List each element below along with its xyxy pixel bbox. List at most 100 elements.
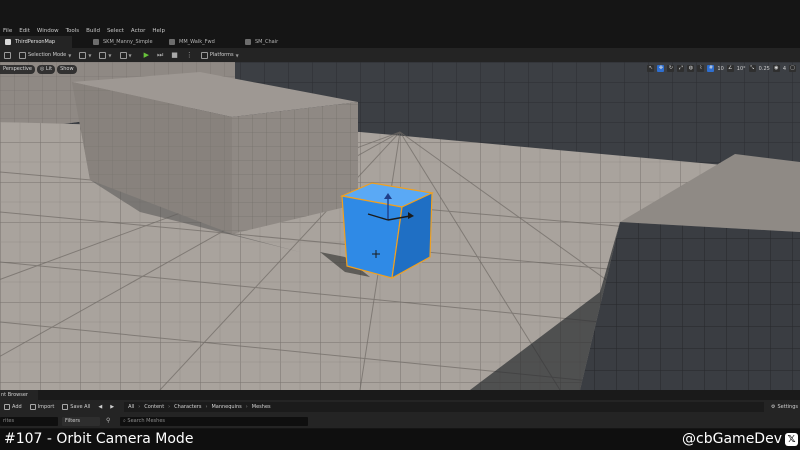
content-browser-toolbar: Add Import Save All ◀ ▶ All › Content › Ch… [0,400,800,414]
history-forward-button[interactable]: ▶ [106,400,118,414]
maximize-icon[interactable]: ▢ [789,65,796,72]
add-actor-icon [79,51,87,59]
viewport-toolbar: Perspective ◎ Lit Show ↖ ✥ ↻ ⤢ ◍ ⌇ # 10 … [0,64,800,75]
tab-label: SM_Chair [255,39,279,45]
content-browser-tab[interactable]: nt Browser [0,390,38,400]
blueprint-icon [99,51,107,59]
lit-button[interactable]: ◎ Lit [36,65,56,74]
save-all-button[interactable]: Save All [58,400,94,414]
tab-skm-manny-simple[interactable]: SKM_Manny_Simple [88,36,164,48]
menu-tools[interactable]: Tools [63,26,84,36]
menu-build[interactable]: Build [83,26,104,36]
rotate-icon[interactable]: ↻ [667,65,675,72]
show-button[interactable]: Show [57,65,77,74]
menu-actor[interactable]: Actor [128,26,149,36]
viewport-scene [0,62,800,390]
menu-select[interactable]: Select [104,26,128,36]
translate-icon[interactable]: ✥ [657,65,665,72]
tab-label: SKM_Manny_Simple [103,39,153,45]
perspective-button[interactable]: Perspective [0,65,35,74]
camera-speed-icon[interactable]: ◉ [772,65,780,72]
more-icon: ⋮ [185,51,193,59]
platforms-dropdown[interactable]: Platforms ▼ [197,48,243,62]
breadcrumb-characters[interactable]: Characters [174,404,201,410]
scale-icon[interactable]: ⤢ [677,65,685,72]
chevron-down-icon: ▼ [68,52,72,58]
skeletal-mesh-icon [93,39,99,45]
platforms-label: Platforms [209,52,234,58]
animation-icon [169,39,175,45]
static-mesh-icon [245,39,251,45]
menu-edit[interactable]: Edit [16,26,34,36]
add-label: Add [12,404,22,410]
filters-dropdown[interactable]: Filters [62,417,100,426]
history-back-button[interactable]: ◀ [94,400,106,414]
play-icon: ▶ [143,51,149,59]
content-browser-tabrow: nt Browser [0,390,800,400]
save-current-button[interactable] [0,48,15,62]
stop-button[interactable]: ■ [167,48,182,62]
breadcrumb-separator: › [168,404,171,410]
content-browser-filters: rites Filters ⚲ ⌕ Search Meshes [0,414,800,428]
rotation-snap-value[interactable]: 10° [737,66,746,72]
import-button[interactable]: Import [26,400,59,414]
menu-bar: File Edit Window Tools Build Select Acto… [0,0,800,34]
stop-icon: ■ [171,51,178,59]
scale-snap-icon[interactable]: ⤡ [748,65,756,72]
grid-snap-icon[interactable]: # [707,65,715,72]
settings-button[interactable]: ⚙ Settings [771,400,798,414]
play-button[interactable]: ▶ [140,48,153,62]
select-mode-icon[interactable]: ↖ [647,65,655,72]
asset-search-input[interactable]: ⌕ Search Meshes [120,417,308,426]
level-icon [5,39,11,45]
breadcrumb-separator: › [138,404,141,410]
rotation-snap-icon[interactable]: ∠ [726,65,734,72]
caption-title: #107 - Orbit Camera Mode [4,431,194,447]
selection-mode-dropdown[interactable]: Selection Mode ▼ [15,48,75,62]
main-menu: File Edit Window Tools Build Select Acto… [0,26,169,36]
breadcrumb-separator: › [205,404,208,410]
clapperboard-icon [119,51,127,59]
menu-file[interactable]: File [0,26,16,36]
tab-third-person-map[interactable]: ThirdPersonMap [0,36,72,48]
breadcrumb-all[interactable]: All [128,404,134,410]
tab-mm-walk-fwd[interactable]: MM_Walk_Fwd [164,36,240,48]
filter-icon[interactable]: ⚲ [106,417,110,424]
play-options-button[interactable]: ⋮ [182,48,197,62]
surface-snap-icon[interactable]: ⌇ [697,65,705,72]
menu-window[interactable]: Window [34,26,63,36]
folder-search-input[interactable]: rites [0,417,58,426]
breadcrumb-separator: › [245,404,248,410]
menu-help[interactable]: Help [149,26,169,36]
level-viewport[interactable] [0,62,800,390]
step-icon: ⏭ [156,50,164,59]
forward-icon: ▶ [110,404,115,410]
tab-label: MM_Walk_Fwd [179,39,215,45]
selection-mode-label: Selection Mode [28,52,67,58]
import-label: Import [37,404,55,410]
blueprint-button[interactable]: ▼ [95,48,115,62]
video-caption: #107 - Orbit Camera Mode @cbGameDev 𝕏 [0,429,800,450]
world-space-icon[interactable]: ◍ [687,65,695,72]
cursor-icon [19,51,26,59]
main-toolbar: Selection Mode ▼ ▼ ▼ ▼ ▶ ⏭ ■ ⋮ Platforms… [0,48,800,62]
skip-button[interactable]: ⏭ [153,48,167,62]
document-tabs: ThirdPersonMap SKM_Manny_Simple MM_Walk_… [0,36,800,48]
grid-snap-value[interactable]: 10 [717,66,723,72]
breadcrumb-content[interactable]: Content [144,404,164,410]
search-placeholder: Search Meshes [127,418,166,424]
save-icon [62,404,69,410]
add-actor-button[interactable]: ▼ [75,48,95,62]
lit-label: Lit [45,66,53,72]
chevron-down-icon: ▼ [108,52,112,58]
settings-label: Settings [777,404,798,410]
cinematics-button[interactable]: ▼ [116,48,136,62]
breadcrumb-meshes[interactable]: Meshes [252,404,271,410]
scale-snap-value[interactable]: 0.25 [759,66,770,72]
tab-sm-chair[interactable]: SM_Chair [240,36,316,48]
camera-speed-value[interactable]: 4 [783,66,786,72]
add-button[interactable]: Add [0,400,26,414]
breadcrumb-mannequins[interactable]: Mannequins [211,404,241,410]
x-logo-icon: 𝕏 [785,433,798,446]
chevron-down-icon: ▼ [128,52,132,58]
